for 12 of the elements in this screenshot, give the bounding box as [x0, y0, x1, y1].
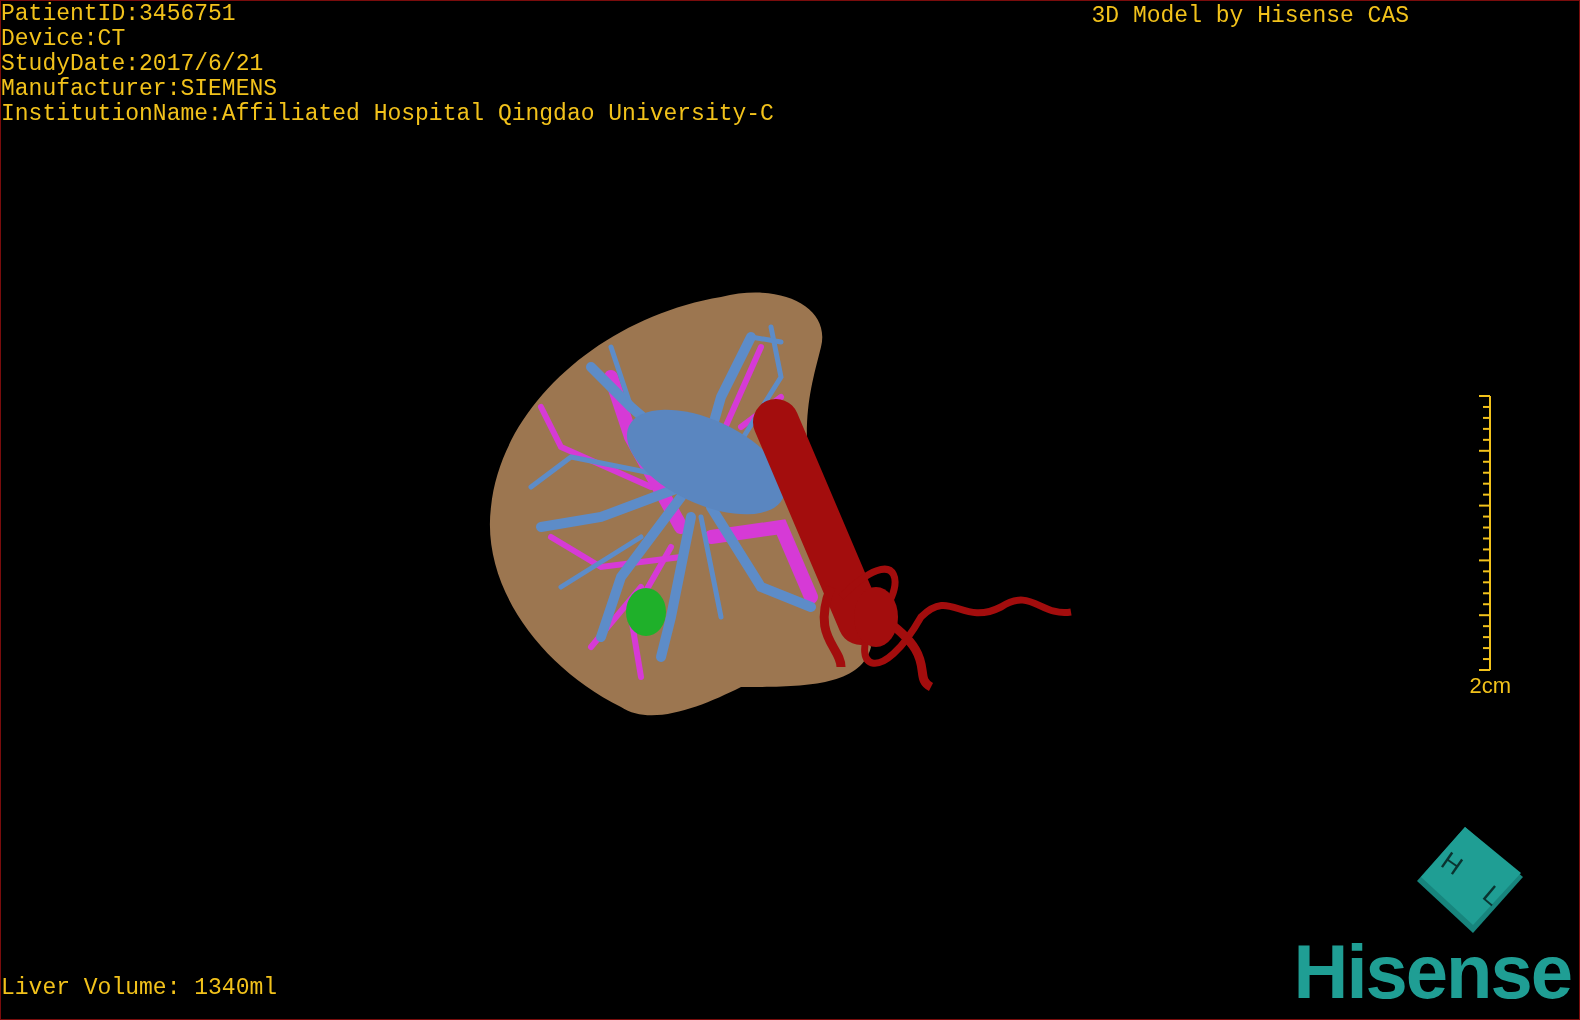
study-info-text: InstitutionName:Affiliated Hospital Qingdao University-C [1, 102, 774, 127]
study-info-text: Manufacturer:SIEMENS [1, 77, 279, 102]
viewer-title: 3D Model by Hisense CAS [1091, 4, 1409, 29]
study-info-text: StudyDate:2017/6/21 [1, 52, 265, 77]
cube-face-letter: H [1435, 845, 1469, 881]
study-info-text: Device:CT [1, 27, 127, 52]
brand-logo: Hisense [1293, 937, 1571, 1007]
liver-volume-text: Liver Volume: 1340ml [1, 976, 278, 1001]
scale-label: 2cm [1469, 675, 1511, 697]
orientation-cube[interactable]: H L [1417, 827, 1523, 933]
cube-face-letter: L [1477, 879, 1508, 912]
study-info-text: PatientID:3456751 [1, 2, 237, 27]
